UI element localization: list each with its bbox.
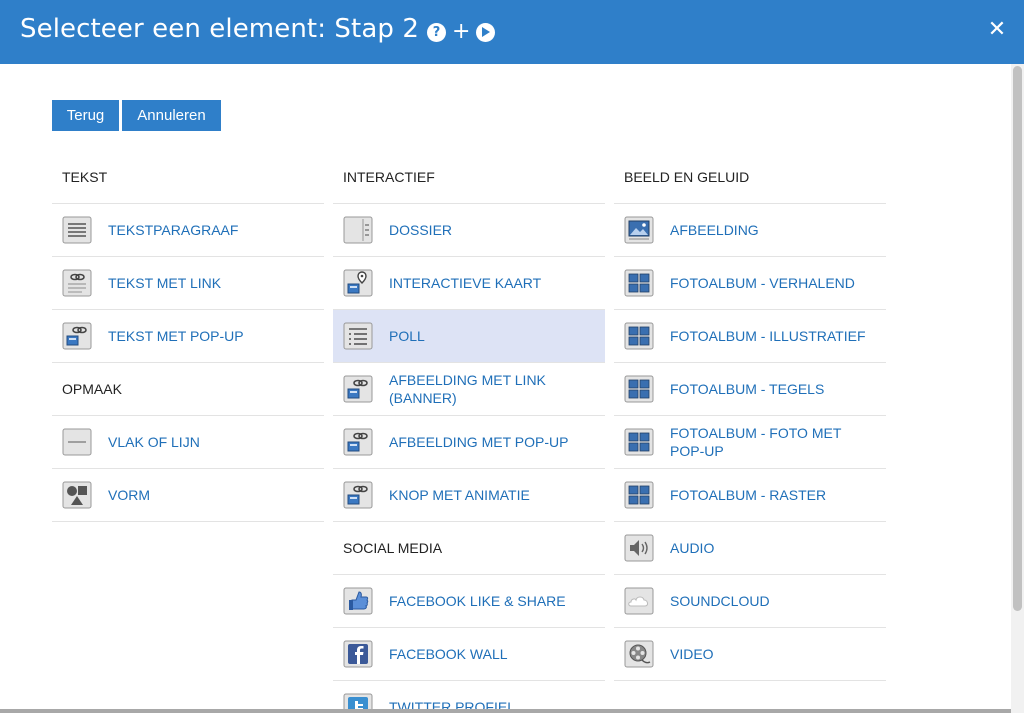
element-tekst-met-popup[interactable]: TEKST MET POP-UP xyxy=(52,310,324,363)
element-audio[interactable]: AUDIO xyxy=(614,522,886,575)
element-afbeelding[interactable]: AFBEELDING xyxy=(614,204,886,257)
dossier-icon xyxy=(343,216,373,244)
element-interactieve-kaart[interactable]: INTERACTIEVE KAART xyxy=(333,257,605,310)
element-afbeelding-met-popup[interactable]: AFBEELDING MET POP-UP xyxy=(333,416,605,469)
image-link-icon xyxy=(343,375,373,403)
photo-album-icon xyxy=(624,322,654,350)
plus-sign: + xyxy=(452,19,471,44)
column-media: BEELD EN GELUID AFBEELDING FOTOALBUM - V… xyxy=(614,151,886,681)
element-label: AFBEELDING MET POP-UP xyxy=(389,434,569,450)
element-label: DOSSIER xyxy=(389,222,453,238)
element-facebook-wall[interactable]: FACEBOOK WALL xyxy=(333,628,605,681)
element-label: TEKSTPARAGRAAF xyxy=(108,222,239,238)
element-fotoalbum-raster[interactable]: FOTOALBUM - RASTER xyxy=(614,469,886,522)
photo-album-icon xyxy=(624,375,654,403)
element-knop-met-animatie[interactable]: KNOP MET ANIMATIE xyxy=(333,469,605,522)
cancel-button[interactable]: Annuleren xyxy=(122,100,221,131)
element-label: AFBEELDING xyxy=(670,222,759,238)
line-block-icon xyxy=(62,428,92,456)
text-paragraph-icon xyxy=(62,216,92,244)
map-pin-icon xyxy=(343,269,373,297)
element-dossier[interactable]: DOSSIER xyxy=(333,204,605,257)
element-tekst-met-link[interactable]: TEKST MET LINK xyxy=(52,257,324,310)
help-icon[interactable]: ? xyxy=(427,22,446,42)
photo-album-icon xyxy=(624,428,654,456)
element-fotoalbum-illustratief[interactable]: FOTOALBUM - ILLUSTRATIEF xyxy=(614,310,886,363)
element-label: FOTOALBUM - TEGELS xyxy=(670,381,825,397)
dialog-header: Selecteer een element: Stap 2 ? + ✕ xyxy=(0,0,1024,64)
element-label: FOTOALBUM - ILLUSTRATIEF xyxy=(670,328,866,344)
element-label: VORM xyxy=(108,487,150,503)
element-label: FOTOALBUM - VERHALEND xyxy=(670,275,855,291)
column-interactive: INTERACTIEF DOSSIER INTERACTIEVE KAART P… xyxy=(333,151,605,713)
thumbs-up-icon xyxy=(343,587,373,615)
element-label: VLAK OF LIJN xyxy=(108,434,200,450)
element-soundcloud[interactable]: SOUNDCLOUD xyxy=(614,575,886,628)
element-poll[interactable]: POLL xyxy=(333,310,605,363)
element-label: FOTOALBUM - RASTER xyxy=(670,487,827,503)
facebook-icon xyxy=(343,640,373,668)
back-button[interactable]: Terug xyxy=(52,100,119,131)
element-label: INTERACTIEVE KAART xyxy=(389,275,542,291)
element-fotoalbum-tegels[interactable]: FOTOALBUM - TEGELS xyxy=(614,363,886,416)
element-label: AFBEELDING MET LINK (BANNER) xyxy=(389,372,546,406)
element-label: VIDEO xyxy=(670,646,714,662)
element-label: KNOP MET ANIMATIE xyxy=(389,487,530,503)
help-group: ? + xyxy=(427,19,496,44)
element-label: SOUNDCLOUD xyxy=(670,593,770,609)
element-vorm[interactable]: VORM xyxy=(52,469,324,522)
scrollbar[interactable] xyxy=(1011,64,1024,713)
photo-album-icon xyxy=(624,481,654,509)
speaker-icon xyxy=(624,534,654,562)
element-fotoalbum-verhalend[interactable]: FOTOALBUM - VERHALEND xyxy=(614,257,886,310)
element-label: TEKST MET LINK xyxy=(108,275,222,291)
animated-button-icon xyxy=(343,481,373,509)
element-label: FACEBOOK WALL xyxy=(389,646,508,662)
image-icon xyxy=(624,216,654,244)
section-heading-tekst: TEKST xyxy=(52,151,324,204)
element-afbeelding-met-link[interactable]: AFBEELDING MET LINK (BANNER) xyxy=(333,363,605,416)
element-label: POLL xyxy=(389,328,425,344)
dialog-title: Selecteer een element: Stap 2 xyxy=(20,14,419,44)
shape-icon xyxy=(62,481,92,509)
column-text: TEKST TEKSTPARAGRAAF TEKST MET LINK TEKS… xyxy=(52,151,324,522)
cloud-icon xyxy=(624,587,654,615)
element-facebook-like-share[interactable]: FACEBOOK LIKE & SHARE xyxy=(333,575,605,628)
text-link-icon xyxy=(62,269,92,297)
element-vlak-of-lijn[interactable]: VLAK OF LIJN xyxy=(52,416,324,469)
film-reel-icon xyxy=(624,640,654,668)
section-heading-beeld-en-geluid: BEELD EN GELUID xyxy=(614,151,886,204)
element-label: FOTOALBUM - FOTO MET POP-UP xyxy=(670,425,842,459)
play-icon[interactable] xyxy=(476,22,496,42)
element-video[interactable]: VIDEO xyxy=(614,628,886,681)
section-heading-opmaak: OPMAAK xyxy=(52,363,324,416)
element-label: AUDIO xyxy=(670,540,715,556)
scrollbar-thumb[interactable] xyxy=(1013,66,1022,611)
close-icon[interactable]: ✕ xyxy=(985,18,1009,42)
section-heading-social-media: SOCIAL MEDIA xyxy=(333,522,605,575)
text-popup-icon xyxy=(62,322,92,350)
photo-album-icon xyxy=(624,269,654,297)
element-label: TEKST MET POP-UP xyxy=(108,328,244,344)
poll-icon xyxy=(343,322,373,350)
bottom-edge xyxy=(0,709,1011,713)
element-label: FACEBOOK LIKE & SHARE xyxy=(389,593,566,609)
image-popup-icon xyxy=(343,428,373,456)
element-tekstparagraaf[interactable]: TEKSTPARAGRAAF xyxy=(52,204,324,257)
section-heading-interactief: INTERACTIEF xyxy=(333,151,605,204)
element-fotoalbum-foto-met-popup[interactable]: FOTOALBUM - FOTO MET POP-UP xyxy=(614,416,886,469)
